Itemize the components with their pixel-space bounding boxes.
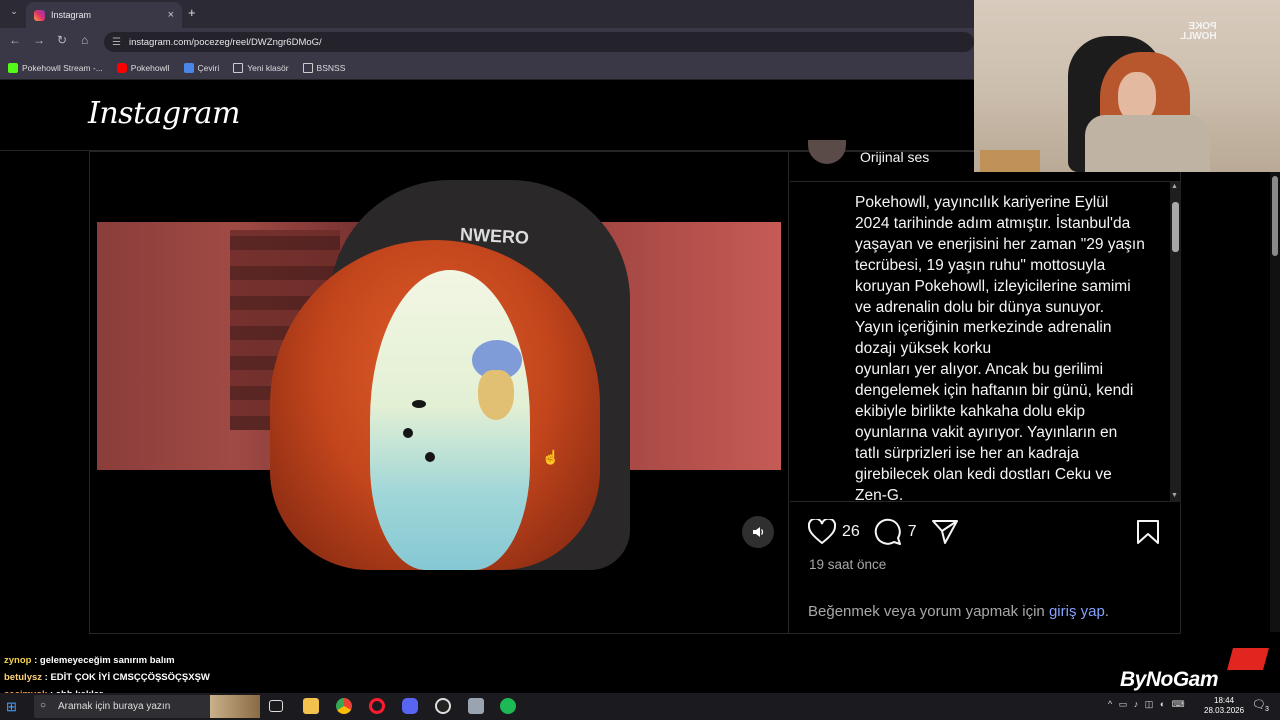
sound-toggle-button[interactable]	[742, 516, 774, 548]
chat-message: zynop : gelemeyeceğim sanırım balım	[4, 655, 175, 666]
back-icon[interactable]: ←	[9, 33, 21, 47]
file-explorer-icon[interactable]	[303, 698, 319, 714]
task-view-icon[interactable]	[269, 700, 283, 712]
like-button[interactable]: 26	[808, 519, 860, 545]
chat-message: betulysz : EDİT ÇOK İYİ CMSÇÇÖŞSÖÇŞXŞW	[4, 672, 210, 683]
browser-tab[interactable]: Instagram ×	[26, 2, 182, 28]
address-bar[interactable]: ☰ instagram.com/pocezeg/reel/DWZngr6DMoG…	[104, 32, 974, 52]
instagram-logo[interactable]: Instagram	[88, 96, 240, 131]
budgie-spot	[425, 452, 435, 462]
spotify-icon[interactable]	[500, 698, 516, 714]
tab-search-button[interactable]: ⌄	[6, 6, 22, 22]
close-tab-icon[interactable]: ×	[168, 9, 174, 21]
bookmark-label: Pokehowll	[130, 62, 170, 73]
mouse-cursor-icon: ☝	[542, 449, 560, 465]
folder-icon	[302, 62, 313, 73]
search-icon: ○	[40, 700, 47, 711]
youtube-icon	[116, 62, 127, 73]
speaker-icon	[753, 527, 764, 537]
save-button[interactable]	[1136, 519, 1160, 550]
scroll-down-icon[interactable]: ▼	[1171, 492, 1178, 499]
kick-icon	[8, 62, 18, 73]
comment-count: 7	[907, 523, 917, 540]
discord-icon[interactable]	[402, 698, 418, 714]
home-icon[interactable]: ⌂	[81, 33, 88, 47]
wall-logo: POKE HOWLL	[1180, 21, 1217, 42]
instagram-favicon-icon	[34, 9, 45, 21]
login-link[interactable]: giriş yap	[1049, 603, 1105, 620]
webcam-shelf	[980, 150, 1040, 172]
notification-center-icon[interactable]: 🗨	[1252, 698, 1266, 711]
bookmark-item[interactable]: BSNSS	[302, 62, 346, 73]
search-placeholder: Aramak için buraya yazın	[58, 701, 171, 712]
opera-icon[interactable]	[369, 698, 385, 714]
forward-icon[interactable]: →	[33, 33, 45, 47]
chrome-icon[interactable]	[336, 698, 352, 714]
app-icon[interactable]	[468, 698, 484, 714]
search-highlight-image[interactable]	[210, 695, 260, 718]
start-menu-icon[interactable]: ⊞	[6, 699, 17, 715]
bookmark-label: BSNSS	[316, 62, 346, 73]
new-tab-button[interactable]: +	[188, 5, 196, 20]
taskbar-clock[interactable]: 18:44 28.03.2026	[1204, 696, 1244, 716]
comment-button[interactable]: 7	[874, 518, 917, 546]
bookmark-item[interactable]: Yeni klasör	[233, 62, 289, 73]
heart-icon	[808, 519, 836, 545]
audio-link[interactable]: Orijinal ses	[860, 149, 929, 165]
obs-icon[interactable]	[435, 698, 451, 714]
bookmark-item[interactable]: Çeviri	[183, 62, 220, 73]
chat-text: gelemeyeceğim sanırım balım	[39, 655, 175, 666]
url-text: instagram.com/pocezeg/reel/DWZngr6DMoG/	[128, 36, 322, 48]
bookmark-label: Çeviri	[197, 62, 220, 73]
page-scrollbar-thumb[interactable]	[1272, 176, 1278, 256]
clock-date: 28.03.2026	[1204, 706, 1245, 715]
notification-count: 3	[1265, 706, 1269, 713]
video-budgie	[370, 270, 530, 570]
chat-username: zynop	[4, 655, 32, 666]
login-prompt: Beğenmek veya yorum yapmak için giriş ya…	[808, 603, 1109, 620]
share-icon	[931, 520, 958, 544]
bookmark-item[interactable]: Pokehowll	[116, 62, 170, 73]
streamer-body	[1085, 115, 1210, 172]
site-info-icon[interactable]: ☰	[112, 37, 121, 48]
caption-scrollbar-thumb[interactable]	[1172, 202, 1179, 252]
like-count: 26	[842, 523, 860, 540]
clock-time: 18:44	[1214, 696, 1235, 705]
chat-text: EDİT ÇOK İYİ CMSÇÇÖŞSÖÇŞXŞW	[50, 672, 210, 683]
post-caption: Pokehowll, yayıncılık kariyerine Eylül 2…	[855, 194, 1145, 504]
bookmark-label: Pokehowll Stream -...	[22, 62, 103, 73]
tab-title: Instagram	[51, 10, 92, 20]
post-timestamp: 19 saat önce	[809, 557, 887, 572]
budgie-eye	[412, 400, 426, 408]
login-prompt-text: Beğenmek veya yorum yapmak için	[808, 603, 1049, 620]
brand-logo: ByNoGam	[1120, 668, 1219, 691]
translate-icon	[183, 62, 194, 73]
post-actions: 26 7	[808, 518, 959, 546]
bookmark-item[interactable]: Pokehowll Stream -...	[8, 62, 103, 73]
login-prompt-suffix: .	[1104, 603, 1109, 620]
bookmark-icon	[1137, 520, 1159, 544]
system-tray-icons[interactable]: ^ ▭ ♪ ◫ ◐ ⌨	[1108, 699, 1187, 710]
share-button[interactable]	[931, 519, 959, 545]
comment-icon	[874, 518, 901, 545]
folder-icon	[233, 62, 244, 73]
budgie-beak	[478, 370, 514, 420]
chat-username: betulysz	[4, 672, 43, 683]
budgie-spot	[403, 428, 413, 438]
brand-decoration	[1227, 648, 1269, 670]
reload-icon[interactable]: ↻	[57, 33, 67, 47]
scroll-up-icon[interactable]: ▲	[1171, 183, 1178, 190]
bookmark-label: Yeni klasör	[247, 62, 289, 73]
